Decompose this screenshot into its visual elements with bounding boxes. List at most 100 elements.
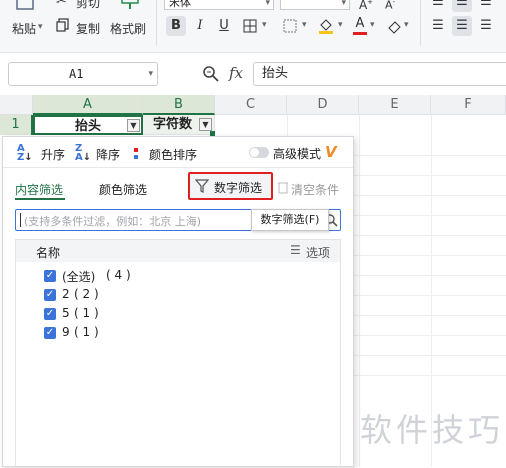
underline-button[interactable]: U: [214, 16, 234, 36]
align-right-icon[interactable]: ☰: [476, 16, 496, 36]
list-item-count: ( 1 ): [74, 325, 99, 339]
font-name-value: 宋体: [169, 0, 191, 9]
align-left-icon[interactable]: ☰: [428, 16, 448, 36]
name-box-value: A1: [69, 67, 84, 81]
bold-button[interactable]: B: [166, 16, 186, 36]
column-header-d[interactable]: D: [287, 95, 359, 115]
copy-icon[interactable]: [56, 18, 70, 35]
row-header-1[interactable]: 1: [0, 115, 33, 135]
advanced-mode-label[interactable]: 高级模式: [273, 145, 321, 162]
paste-button[interactable]: 粘贴: [12, 20, 36, 37]
checkbox-checked-icon[interactable]: ✓: [44, 289, 56, 301]
increase-font-icon[interactable]: A+: [356, 0, 376, 12]
decrease-font-icon[interactable]: A-: [380, 0, 400, 12]
number-filter-tooltip: 数字筛选(F): [251, 209, 329, 231]
color-sort-icon[interactable]: [133, 147, 143, 164]
gridline: [354, 215, 506, 216]
list-header-name: 名称: [36, 246, 61, 260]
ribbon-divider: [156, 0, 157, 46]
fx-label[interactable]: fx: [229, 64, 243, 82]
chevron-down-icon[interactable]: ▾: [302, 20, 307, 30]
italic-button[interactable]: I: [190, 16, 210, 36]
align-top-icon[interactable]: ☰: [428, 0, 448, 12]
list-item-label: 9: [62, 325, 70, 339]
list-item-label: (全选): [62, 270, 96, 284]
font-size-select[interactable]: ▾: [280, 0, 350, 10]
cut-button[interactable]: 剪切: [76, 0, 100, 11]
formula-input[interactable]: 抬头: [253, 62, 506, 86]
text-cursor: [20, 213, 21, 227]
cell-a1-text: 抬头: [74, 119, 101, 134]
sort-asc-button[interactable]: 升序: [41, 146, 65, 163]
align-middle-icon[interactable]: ☰: [452, 0, 472, 12]
format-painter-icon[interactable]: [120, 0, 140, 13]
column-header-b[interactable]: B: [143, 95, 215, 115]
gridline: [354, 295, 506, 296]
font-color-icon[interactable]: A: [350, 14, 370, 35]
sort-asc-icon[interactable]: A Z↓: [17, 144, 33, 163]
color-sort-button[interactable]: 颜色排序: [149, 146, 197, 163]
filter-dropdown-icon[interactable]: ▼: [199, 118, 212, 131]
chevron-down-icon[interactable]: ▾: [404, 20, 409, 30]
list-container: 名称 ☰ 选项 ✓ (全选) ( 4 ) ✓ 2 ( 2 ) ✓ 5 ( 1 )…: [15, 239, 341, 468]
eraser-icon[interactable]: [384, 16, 404, 36]
list-item-label: 5: [62, 306, 70, 320]
tab-content-filter[interactable]: 内容筛选: [15, 181, 63, 198]
gridline: [354, 335, 506, 336]
clear-conditions-button[interactable]: 清空条件: [291, 181, 339, 198]
options-icon[interactable]: ☰: [290, 243, 301, 257]
chevron-down-icon[interactable]: ▾: [338, 20, 343, 30]
options-button[interactable]: 选项: [306, 244, 330, 261]
checkbox-checked-icon[interactable]: ✓: [44, 270, 56, 282]
checkbox-checked-icon[interactable]: ✓: [44, 308, 56, 320]
list-item-count: ( 1 ): [74, 306, 99, 320]
chevron-down-icon: ▾: [341, 0, 346, 8]
cell-style-icon[interactable]: [280, 16, 300, 36]
align-center-icon[interactable]: ☰: [452, 16, 472, 36]
corner-select-all[interactable]: [0, 95, 33, 115]
panel-divider: [3, 167, 353, 168]
zoom-icon[interactable]: [202, 65, 220, 86]
scissors-icon[interactable]: ✂: [56, 0, 67, 9]
list-item-count: ( 2 ): [74, 287, 99, 301]
copy-button[interactable]: 复制: [76, 20, 100, 37]
column-header-c[interactable]: C: [215, 95, 287, 115]
filter-dropdown-icon[interactable]: ▼: [127, 119, 140, 132]
name-box[interactable]: A1 ▾: [8, 62, 158, 86]
gridline: [354, 255, 506, 256]
number-filter-button[interactable]: 数字筛选: [188, 172, 273, 200]
cell-a1[interactable]: 抬头 ▼: [33, 115, 143, 135]
paste-dropdown-icon[interactable]: ▾: [38, 22, 43, 32]
tab-color-filter[interactable]: 颜色筛选: [99, 181, 147, 198]
format-painter-button[interactable]: 格式刷: [110, 20, 146, 37]
tab-content-filter-underline: [15, 198, 65, 200]
list-header: 名称 ☰ 选项: [16, 240, 340, 262]
vip-v-icon: V: [325, 143, 337, 161]
clear-icon: [277, 180, 289, 197]
filter-panel: A Z↓ 升序 Z A↓ 降序 颜色排序 高级模式 V 内容筛选 颜色筛选 数字筛选…: [2, 136, 354, 468]
column-header-f[interactable]: F: [431, 95, 506, 115]
gridline: [354, 315, 506, 316]
paste-icon[interactable]: [14, 0, 36, 10]
cell-b1-text: 字符数: [152, 117, 192, 132]
sort-desc-button[interactable]: 降序: [96, 146, 120, 163]
align-bottom-icon[interactable]: ☰: [476, 0, 496, 12]
gridline: [354, 195, 506, 196]
list-item-count: ( 4 ): [106, 268, 131, 282]
tooltip-text: 数字筛选(F): [260, 213, 320, 226]
fill-color-icon[interactable]: [316, 16, 336, 36]
chevron-down-icon[interactable]: ▾: [262, 20, 267, 30]
column-header-a[interactable]: A: [33, 95, 143, 115]
font-name-select[interactable]: 宋体 ▾: [164, 0, 274, 10]
chevron-down-icon: ▾: [148, 69, 153, 79]
ribbon-divider: [420, 0, 421, 46]
checkbox-checked-icon[interactable]: ✓: [44, 327, 56, 339]
list-item-label: 2: [62, 287, 70, 301]
gridline: [354, 235, 506, 236]
sort-desc-icon[interactable]: Z A↓: [75, 144, 91, 163]
chevron-down-icon[interactable]: ▾: [370, 20, 375, 30]
cell-b1[interactable]: 字符数 ▼: [143, 115, 215, 135]
border-icon[interactable]: [240, 16, 260, 36]
advanced-mode-toggle[interactable]: [249, 147, 269, 158]
column-header-e[interactable]: E: [359, 95, 431, 115]
